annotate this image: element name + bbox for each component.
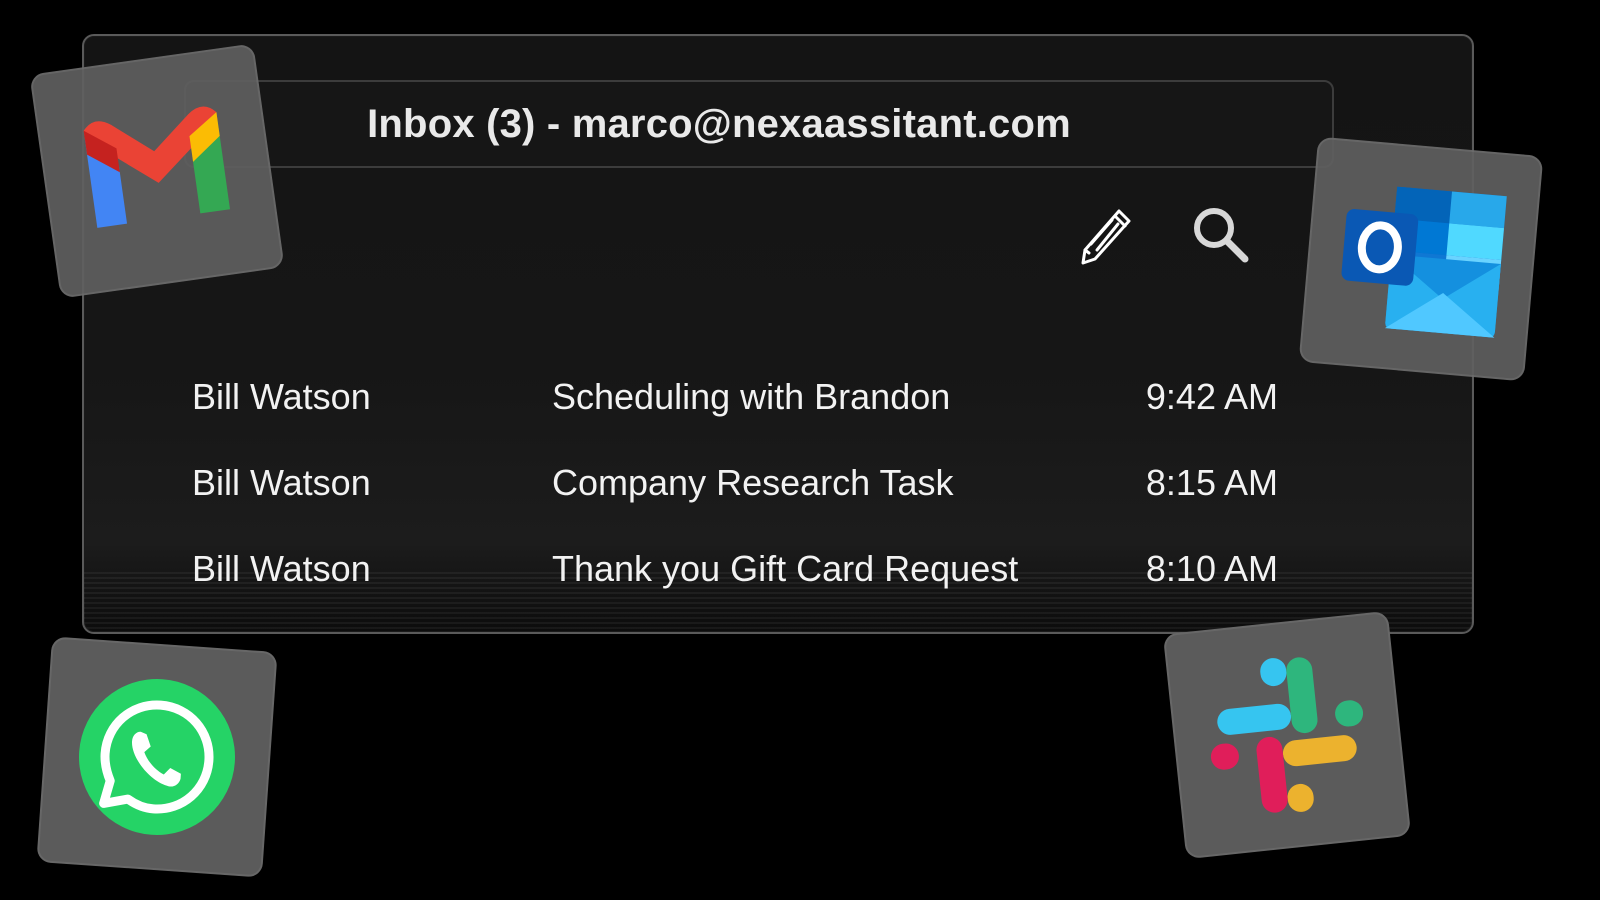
email-list: Bill Watson Scheduling with Brandon 9:42… xyxy=(192,354,1402,612)
email-time: 8:15 AM xyxy=(1145,462,1278,503)
window-title: Inbox (3) - marco@nexaassitant.com xyxy=(367,101,1071,146)
gmail-icon xyxy=(83,106,231,228)
email-row[interactable]: Bill Watson Scheduling with Brandon 9:42… xyxy=(192,354,1402,440)
slack-icon xyxy=(1210,657,1364,813)
outlook-app-tile[interactable] xyxy=(1298,136,1544,382)
email-sender: Bill Watson xyxy=(192,376,371,417)
outlook-icon xyxy=(1341,186,1507,338)
compose-button[interactable] xyxy=(1072,204,1138,270)
gmail-app-tile[interactable] xyxy=(29,43,285,299)
email-subject: Thank you Gift Card Request xyxy=(552,548,1019,589)
title-bar: Inbox (3) - marco@nexaassitant.com xyxy=(184,80,1334,168)
search-icon xyxy=(1194,208,1249,263)
email-row[interactable]: Bill Watson Company Research Task 8:15 A… xyxy=(192,440,1402,526)
app-stage: Inbox (3) - marco@nexaassitant.com Bill … xyxy=(0,0,1600,900)
email-time: 9:42 AM xyxy=(1145,376,1278,417)
whatsapp-app-tile[interactable] xyxy=(36,636,278,878)
email-sender: Bill Watson xyxy=(192,548,371,589)
email-subject: Scheduling with Brandon xyxy=(552,376,951,417)
email-sender: Bill Watson xyxy=(192,462,371,503)
email-time: 8:10 AM xyxy=(1145,548,1278,589)
search-button[interactable] xyxy=(1188,202,1254,268)
pencil-icon xyxy=(1081,209,1131,265)
slack-app-tile[interactable] xyxy=(1162,610,1412,860)
email-row[interactable]: Bill Watson Thank you Gift Card Request … xyxy=(192,526,1402,612)
email-window: Inbox (3) - marco@nexaassitant.com Bill … xyxy=(82,34,1474,634)
email-subject: Company Research Task xyxy=(552,462,954,503)
whatsapp-icon xyxy=(79,678,235,835)
